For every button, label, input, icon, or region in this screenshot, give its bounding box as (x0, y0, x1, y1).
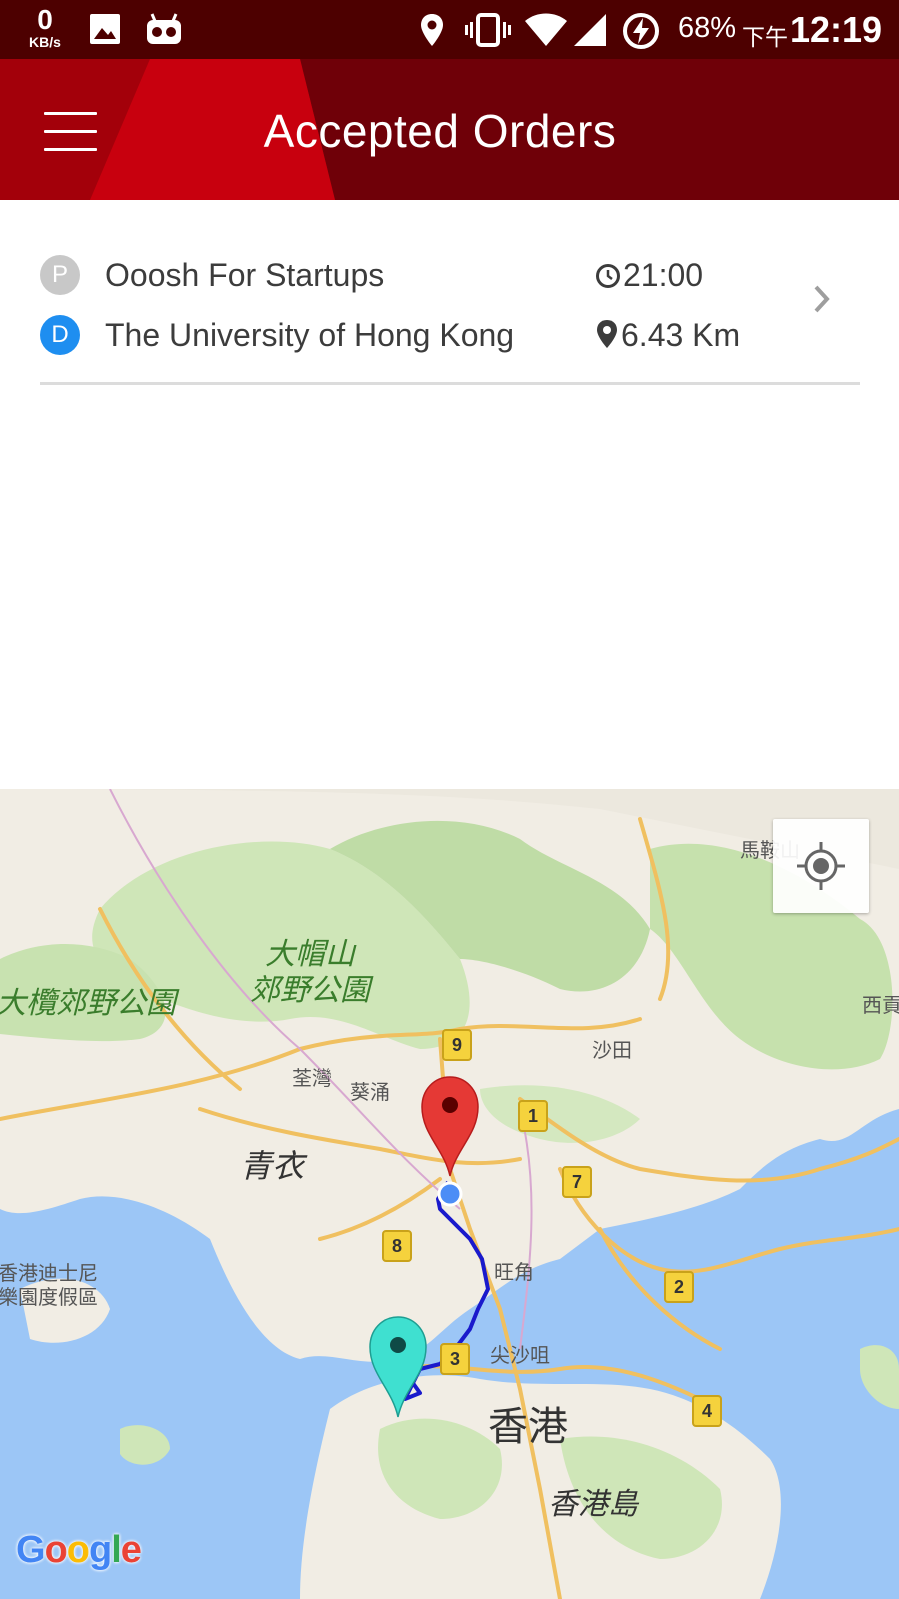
order-distance: 6.43 Km (595, 317, 740, 354)
dropoff-address: The University of Hong Kong (105, 317, 515, 353)
chevron-right-icon (814, 285, 830, 313)
time-period: 下午 (742, 24, 788, 50)
map-label-hong-kong: 香港 (488, 1404, 568, 1450)
map-label-tai-mo-shan: 大帽山 郊野公園 (250, 937, 370, 1009)
dropoff-badge: D (40, 315, 80, 355)
clock: 12:19 (790, 9, 883, 50)
network-speed: 0 KB/s (20, 4, 70, 50)
map-label-sai-kung: 西貢 (862, 993, 899, 1017)
vibrate-icon (465, 13, 511, 47)
gallery-icon (90, 14, 120, 44)
cell-signal-icon (574, 14, 606, 46)
pickup-badge: P (40, 255, 80, 295)
order-list-item[interactable]: P Ooosh For Startups D The University of… (40, 245, 860, 385)
map-label-mong-kok: 旺角 (494, 1260, 534, 1284)
map-view[interactable]: 大帽山 郊野公園 大欖郊野公園 青衣 荃灣 葵涌 沙田 馬鞍山 西貢 旺角 尖沙… (0, 789, 899, 1599)
order-distance-value: 6.43 Km (621, 317, 741, 353)
crosshair-target-icon (797, 842, 845, 890)
map-label-tai-lam: 大欖郊野公園 (0, 986, 176, 1021)
map-label-tsim-sha-tsui: 尖沙咀 (490, 1343, 550, 1367)
page-title: Accepted Orders (263, 105, 617, 157)
route-shield: 8 (382, 1230, 412, 1262)
battery-percent: 68% (678, 12, 737, 44)
order-time-value: 21:00 (623, 257, 704, 293)
map-label-line: 郊野公園 (250, 973, 370, 1008)
order-time: 21:00 (595, 257, 703, 294)
battery-charging-icon (623, 13, 659, 49)
route-shield: 4 (692, 1395, 722, 1427)
network-speed-unit: KB/s (29, 34, 61, 50)
map-label-tsuen-wan: 荃灣 (292, 1066, 332, 1090)
location-icon (421, 14, 443, 46)
route-shield: 2 (664, 1271, 694, 1303)
clock-icon (596, 264, 620, 288)
map-label-line: 樂園度假區 (0, 1285, 98, 1309)
map-label-disneyland: 香港迪士尼 樂園度假區 (0, 1261, 98, 1309)
map-label-tsing-yi: 青衣 (240, 1147, 305, 1185)
google-logo: Google (16, 1529, 142, 1571)
map-label-hk-island: 香港島 (548, 1487, 638, 1522)
map-label-line: 大帽山 (265, 937, 355, 972)
divider (40, 382, 860, 385)
map-label-line: 香港迪士尼 (0, 1261, 98, 1285)
network-speed-value: 0 (37, 4, 53, 35)
wifi-icon (525, 13, 567, 46)
route-shield: 7 (562, 1166, 592, 1198)
route-shield: 9 (442, 1029, 472, 1061)
map-tiles (0, 789, 899, 1599)
map-label-kwai-chung: 葵涌 (350, 1080, 390, 1104)
pickup-address: Ooosh For Startups (105, 257, 385, 293)
map-pin-icon (597, 320, 617, 348)
route-shield: 3 (440, 1343, 470, 1375)
route-shield: 1 (518, 1100, 548, 1132)
robot-app-icon (147, 13, 181, 44)
status-bar: 0 KB/s 68% 下午 12:19 (0, 0, 899, 59)
my-location-button[interactable] (773, 819, 869, 913)
map-label-sha-tin: 沙田 (592, 1038, 632, 1062)
